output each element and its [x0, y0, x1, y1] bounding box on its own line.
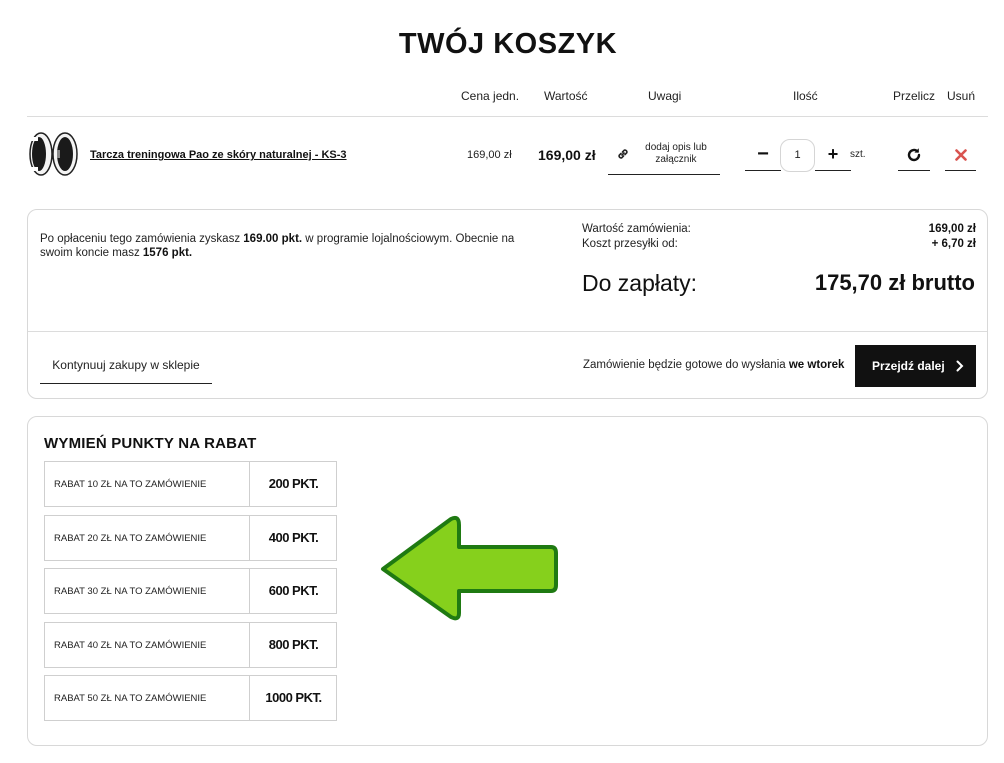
header-value: Wartość: [544, 89, 588, 103]
order-value-row: Wartość zamówienia: 169,00 zł: [582, 223, 976, 235]
quantity-increase-button[interactable]: +: [815, 139, 851, 171]
order-summary-box: Po opłaceniu tego zamówienia zyskasz 169…: [27, 209, 988, 399]
reward-option[interactable]: RABAT 20 ZŁ NA TO ZAMÓWIENIE 400 PKT.: [44, 515, 337, 561]
add-notes-label: dodaj opis lub załącznik: [645, 142, 707, 165]
divider: [28, 331, 987, 332]
header-notes: Uwagi: [648, 89, 682, 103]
shipping-row: Koszt przesyłki od: + 6,70 zł: [582, 238, 976, 250]
quantity-decrease-button[interactable]: −: [745, 139, 781, 171]
proceed-label: Przejdź dalej: [872, 359, 945, 373]
product-image[interactable]: [27, 131, 79, 177]
reward-label: RABAT 20 ZŁ NA TO ZAMÓWIENIE: [54, 533, 207, 544]
header-recalc: Przelicz: [893, 89, 936, 103]
quantity-unit: szt.: [850, 149, 866, 160]
reward-option[interactable]: RABAT 50 ZŁ NA TO ZAMÓWIENIE 1000 PKT.: [44, 675, 337, 721]
continue-shopping-link[interactable]: Kontynuuj zakupy w sklepie: [40, 350, 212, 384]
reward-label: RABAT 50 ZŁ NA TO ZAMÓWIENIE: [54, 693, 207, 704]
order-value-label: Wartość zamówienia:: [582, 223, 691, 235]
link-icon: [616, 147, 630, 161]
shipping-value: + 6,70 zł: [931, 238, 976, 250]
shipping-readiness-info: Zamówienie będzie gotowe do wysłania we …: [583, 359, 845, 371]
reward-label: RABAT 40 ZŁ NA TO ZAMÓWIENIE: [54, 640, 207, 651]
to-pay-value: 175,70 zł brutto: [814, 270, 975, 295]
quantity-input[interactable]: 1: [780, 139, 815, 172]
chevron-right-icon: [956, 360, 964, 372]
reward-option[interactable]: RABAT 10 ZŁ NA TO ZAMÓWIENIE 200 PKT.: [44, 461, 337, 507]
points-exchange-title: WYMIEŃ PUNKTY NA RABAT: [44, 435, 257, 452]
product-name-link[interactable]: Tarcza treningowa Pao ze skóry naturalne…: [90, 149, 347, 161]
remove-item-button[interactable]: [945, 139, 976, 171]
shipping-label: Koszt przesyłki od:: [582, 238, 678, 250]
header-quantity: Ilość: [793, 89, 818, 103]
close-icon: [955, 149, 967, 161]
item-total: 169,00 zł: [538, 147, 596, 163]
reward-points: 800 PKT.: [249, 623, 337, 667]
page-title: TWÓJ KOSZYK: [398, 28, 618, 60]
green-arrow-annotation: [377, 515, 559, 623]
header-remove: Usuń: [947, 89, 976, 103]
cart-header-row: Cena jedn. Wartość Uwagi Ilość Przelicz …: [0, 89, 1004, 105]
proceed-button[interactable]: Przejdź dalej: [855, 345, 976, 387]
reward-points: 200 PKT.: [249, 462, 337, 506]
reward-option[interactable]: RABAT 40 ZŁ NA TO ZAMÓWIENIE 800 PKT.: [44, 622, 337, 668]
header-unit-price: Cena jedn.: [461, 89, 520, 103]
loyalty-info: Po opłaceniu tego zamówienia zyskasz 169…: [40, 233, 515, 259]
order-value: 169,00 zł: [928, 223, 976, 235]
reward-option[interactable]: RABAT 30 ZŁ NA TO ZAMÓWIENIE 600 PKT.: [44, 568, 337, 614]
refresh-icon: [907, 148, 921, 162]
reward-points: 600 PKT.: [249, 569, 337, 613]
reward-points: 400 PKT.: [249, 516, 337, 560]
reward-label: RABAT 10 ZŁ NA TO ZAMÓWIENIE: [54, 479, 207, 490]
cart-item-row: Tarcza treningowa Pao ze skóry naturalne…: [0, 117, 1004, 193]
reward-points: 1000 PKT.: [249, 676, 337, 720]
to-pay-label: Do zapłaty:: [582, 270, 698, 296]
add-notes-button[interactable]: dodaj opis lub załącznik: [608, 135, 720, 175]
reward-label: RABAT 30 ZŁ NA TO ZAMÓWIENIE: [54, 586, 207, 597]
unit-price: 169,00 zł: [467, 149, 512, 161]
recalc-button[interactable]: [898, 139, 930, 171]
